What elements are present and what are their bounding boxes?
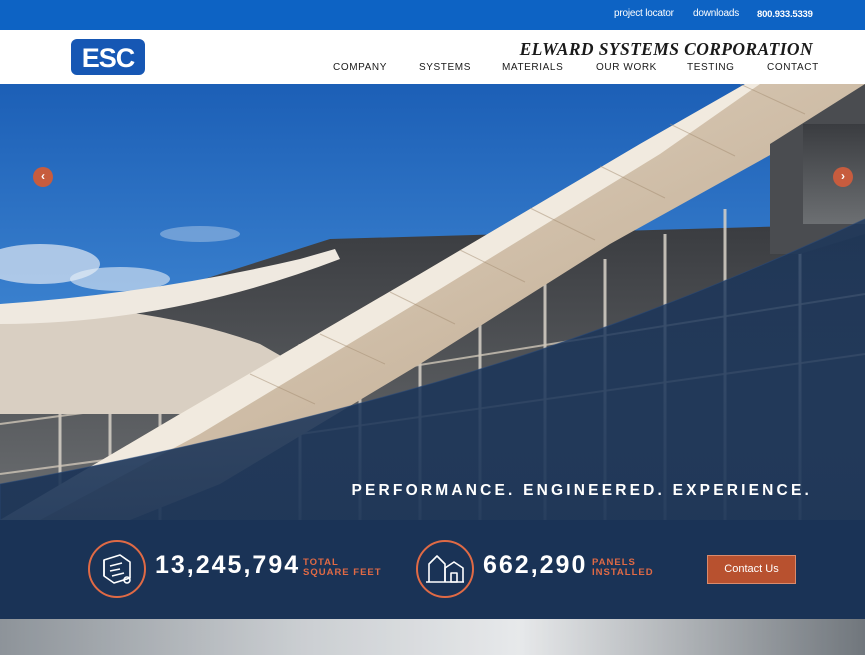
- stat-label-line: INSTALLED: [592, 567, 654, 578]
- panels-installed-label: PANELS INSTALLED: [592, 558, 654, 578]
- hero-image: [0, 84, 865, 520]
- esc-logo[interactable]: ESC: [71, 39, 145, 75]
- corporation-name: ELWARD SYSTEMS CORPORATION: [519, 39, 813, 59]
- nav-systems[interactable]: SYSTEMS: [419, 62, 471, 73]
- project-locator-link[interactable]: project locator: [614, 8, 674, 19]
- utility-bar: project locator downloads 800.933.5339: [0, 0, 865, 30]
- nav-company[interactable]: COMPANY: [333, 62, 387, 73]
- nav-contact[interactable]: CONTACT: [767, 62, 819, 73]
- stats-band: 13,245,794 TOTAL SQUARE FEET 662,290 PAN…: [0, 520, 865, 619]
- panels-installed-value: 662,290: [483, 551, 588, 579]
- blueprint-icon: [88, 540, 146, 598]
- total-square-feet-value: 13,245,794: [155, 551, 301, 579]
- nav-materials[interactable]: MATERIALS: [502, 62, 563, 73]
- contact-us-button[interactable]: Contact Us: [707, 555, 796, 584]
- stat-label-line: SQUARE FEET: [303, 567, 382, 578]
- downloads-link[interactable]: downloads: [693, 8, 739, 19]
- nav-our-work[interactable]: OUR WORK: [596, 62, 657, 73]
- hero-slider: ‹ › PERFORMANCE. ENGINEERED. EXPERIENCE.: [0, 84, 865, 520]
- next-section-image: [0, 619, 865, 655]
- phone-number-link[interactable]: 800.933.5339: [757, 9, 813, 20]
- slider-next-button[interactable]: ›: [833, 167, 853, 187]
- logo-text: ESC: [82, 43, 135, 73]
- building-icon: [416, 540, 474, 598]
- nav-testing[interactable]: TESTING: [687, 62, 735, 73]
- total-square-feet-label: TOTAL SQUARE FEET: [303, 558, 382, 578]
- site-header: ESC ELWARD SYSTEMS CORPORATION COMPANY S…: [0, 30, 865, 84]
- hero-tagline: PERFORMANCE. ENGINEERED. EXPERIENCE.: [351, 482, 812, 499]
- slider-prev-button[interactable]: ‹: [33, 167, 53, 187]
